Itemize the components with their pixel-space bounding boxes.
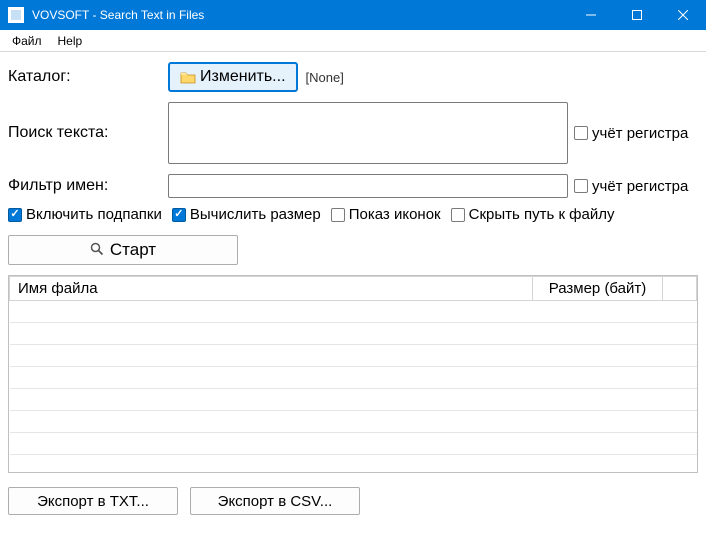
checkbox-compute-size-label: Вычислить размер (190, 206, 321, 223)
start-button[interactable]: Старт (8, 235, 238, 265)
checkbox-icon (574, 126, 588, 140)
name-filter-input[interactable] (168, 174, 568, 198)
checkbox-hide-path[interactable]: Скрыть путь к файлу (451, 206, 615, 223)
table-row (10, 301, 697, 323)
checkbox-include-subfolders-label: Включить подпапки (26, 206, 162, 223)
menu-file[interactable]: Файл (4, 32, 50, 50)
window-title: VOVSOFT - Search Text in Files (32, 8, 204, 22)
checkbox-filter-case-label: учёт регистра (592, 178, 688, 195)
table-row (10, 389, 697, 411)
menu-help[interactable]: Help (50, 32, 91, 50)
table-row (10, 433, 697, 455)
folder-icon (180, 70, 196, 84)
checkbox-include-subfolders[interactable]: Включить подпапки (8, 206, 162, 223)
app-icon (8, 7, 24, 23)
checkbox-text-case[interactable]: учёт регистра (574, 125, 688, 142)
start-button-label: Старт (110, 240, 156, 260)
minimize-button[interactable] (568, 0, 614, 30)
close-button[interactable] (660, 0, 706, 30)
export-csv-button[interactable]: Экспорт в CSV... (190, 487, 360, 515)
table-row (10, 411, 697, 433)
checkbox-text-case-label: учёт регистра (592, 125, 688, 142)
column-header-size[interactable]: Размер (байт) (533, 277, 663, 301)
results-table-container[interactable]: Имя файла Размер (байт) (8, 275, 698, 473)
checkbox-hide-path-label: Скрыть путь к файлу (469, 206, 615, 223)
label-name-filter: Фильтр имен: (8, 177, 168, 195)
label-search-text: Поиск текста: (8, 124, 168, 142)
magnifier-icon (90, 242, 104, 259)
export-txt-button[interactable]: Экспорт в ТХТ... (8, 487, 178, 515)
checkbox-icon (172, 208, 186, 222)
results-table: Имя файла Размер (байт) (9, 276, 697, 473)
checkbox-icon (331, 208, 345, 222)
column-header-spacer[interactable] (663, 277, 697, 301)
catalog-path: [None] (306, 70, 344, 85)
change-catalog-button[interactable]: Изменить... (168, 62, 298, 92)
checkbox-icon (574, 179, 588, 193)
checkbox-compute-size[interactable]: Вычислить размер (172, 206, 321, 223)
checkbox-show-icons[interactable]: Показ иконок (331, 206, 441, 223)
checkbox-filter-case[interactable]: учёт регистра (574, 178, 688, 195)
change-catalog-label: Изменить... (200, 68, 286, 86)
checkbox-icon (8, 208, 22, 222)
label-catalog: Каталог: (8, 68, 168, 86)
checkbox-icon (451, 208, 465, 222)
search-text-input[interactable] (168, 102, 568, 164)
results-body (10, 301, 697, 474)
export-csv-label: Экспорт в CSV... (218, 493, 333, 510)
client-area: Каталог: Изменить... [None] Поиск текста… (0, 52, 706, 523)
column-header-filename[interactable]: Имя файла (10, 277, 533, 301)
table-row (10, 323, 697, 345)
window-titlebar: VOVSOFT - Search Text in Files (0, 0, 706, 30)
table-row (10, 345, 697, 367)
table-row (10, 367, 697, 389)
menu-bar: Файл Help (0, 30, 706, 52)
checkbox-show-icons-label: Показ иконок (349, 206, 441, 223)
maximize-button[interactable] (614, 0, 660, 30)
export-txt-label: Экспорт в ТХТ... (37, 493, 149, 510)
table-row (10, 455, 697, 474)
